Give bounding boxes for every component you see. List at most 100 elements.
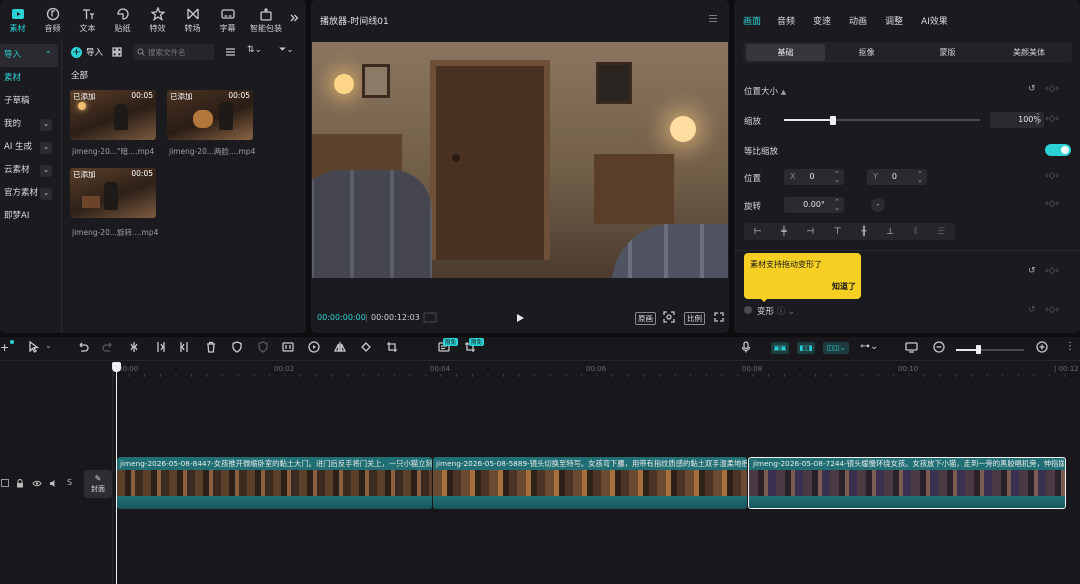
sidebar-item-ai-generate[interactable]: AI 生成 ⌄	[0, 136, 58, 159]
sidebar-item-mine[interactable]: 我的 ⌄	[0, 113, 58, 136]
lock-icon[interactable]	[16, 479, 24, 488]
keyframe-icon[interactable]: ‹◇›	[1045, 114, 1059, 124]
search-input[interactable]: 搜索文件名	[148, 47, 186, 58]
tab-audio[interactable]: 音频	[777, 14, 813, 27]
list-view-icon[interactable]	[225, 47, 236, 57]
fullscreen-icon[interactable]	[714, 312, 724, 322]
subtab-beauty[interactable]: 美颜美体	[989, 44, 1069, 61]
tab-sticker[interactable]: 贴纸	[105, 7, 140, 34]
sort-icon[interactable]: ⇅⌄	[247, 45, 262, 55]
distribute-h-icon[interactable]: ⫴	[914, 227, 918, 237]
tooltip-confirm-button[interactable]: 知道了	[832, 281, 856, 292]
undo-icon[interactable]	[77, 341, 89, 353]
crop-icon[interactable]	[386, 341, 398, 353]
preview-axis-toggle[interactable]: ◫◫⌄	[823, 342, 849, 354]
keyframe-icon[interactable]: ‹◇›	[1045, 199, 1059, 209]
expand-track-icon[interactable]	[1, 479, 9, 487]
tab-text[interactable]: 文本	[70, 7, 105, 34]
stepper-icon[interactable]: ⌃ ⌄	[834, 199, 840, 212]
transform-label[interactable]: 变形 ⓘ ⌄	[757, 305, 795, 317]
sidebar-item-jimeng[interactable]: 即梦AI	[0, 205, 58, 228]
sidebar-item-subdraft[interactable]: 子草稿	[0, 90, 58, 113]
mirror-icon[interactable]	[334, 341, 346, 353]
video-preview[interactable]	[312, 42, 728, 278]
keyframe-icon[interactable]: ‹◇›	[1045, 84, 1059, 94]
playhead-handle[interactable]	[112, 362, 121, 372]
tab-smart-pack[interactable]: 智能包装	[245, 7, 287, 34]
align-bottom-icon[interactable]: ⊥	[886, 227, 894, 237]
zoom-slider-thumb[interactable]	[976, 345, 981, 354]
stepper-icon[interactable]: ⌃ ⌄	[917, 171, 923, 184]
keyframe-icon[interactable]: ‹◇›	[1045, 305, 1059, 315]
ratio-button[interactable]: 比例	[684, 312, 705, 325]
link-toggle[interactable]: ◧◨	[797, 342, 815, 354]
shield-icon[interactable]	[231, 341, 243, 353]
split-icon[interactable]	[128, 341, 140, 353]
tab-caption[interactable]: 字幕	[210, 7, 245, 34]
subtab-cutout[interactable]: 抠像	[827, 44, 906, 61]
screen-preview-icon[interactable]	[905, 341, 918, 353]
screenshot-icon[interactable]	[663, 311, 675, 323]
snap-toggle[interactable]: ▣▣	[771, 342, 789, 354]
tab-media[interactable]: 素材	[0, 7, 35, 34]
tab-animation[interactable]: 动画	[849, 14, 885, 27]
cover-button[interactable]: ✎ 封面	[84, 470, 112, 498]
reset-icon[interactable]: ↺	[1028, 84, 1036, 94]
subtab-basic[interactable]: 基础	[746, 44, 825, 61]
original-quality-button[interactable]: 原画	[635, 312, 656, 325]
align-left-icon[interactable]: ⊢	[754, 227, 762, 237]
microphone-icon[interactable]	[740, 341, 752, 353]
sidebar-item-media[interactable]: 素材	[0, 67, 58, 90]
transform-checkbox[interactable]	[744, 306, 752, 314]
rotate-icon[interactable]	[360, 341, 372, 353]
split-right-icon[interactable]	[179, 341, 191, 353]
media-thumbnail[interactable]: 已添加 00:05	[70, 168, 156, 218]
tab-effects[interactable]: 特效	[140, 7, 175, 34]
redo-icon[interactable]	[102, 341, 114, 353]
align-center-h-icon[interactable]: ╪	[781, 227, 786, 237]
keyframe-icon[interactable]: ‹◇›	[1045, 171, 1059, 181]
align-right-icon[interactable]: ⊣	[806, 227, 814, 237]
grid-view-icon[interactable]	[112, 47, 122, 57]
uniform-scale-toggle[interactable]	[1045, 144, 1071, 156]
stepper-icon[interactable]: ⌃ ⌄	[1035, 113, 1041, 126]
add-track-icon[interactable]: +	[0, 341, 9, 354]
tab-audio[interactable]: 音频	[35, 7, 70, 34]
distribute-v-icon[interactable]: ☰	[937, 227, 945, 237]
zoom-out-icon[interactable]	[933, 341, 945, 353]
tab-adjust[interactable]: 调整	[885, 14, 921, 27]
tab-picture[interactable]: 画面	[743, 14, 777, 27]
shield-disabled-icon[interactable]	[257, 341, 269, 353]
tab-speed[interactable]: 变速	[813, 14, 849, 27]
chevron-down-icon[interactable]: ⌄	[45, 341, 52, 350]
keyframe-icon[interactable]: ‹◇›	[1045, 266, 1059, 276]
reset-icon[interactable]: ↺	[1028, 266, 1036, 276]
sidebar-item-official[interactable]: 官方素材 ⌄	[0, 182, 58, 205]
sidebar-item-import[interactable]: 导入 ⌃	[0, 44, 58, 67]
menu-icon[interactable]	[708, 14, 718, 23]
waveform-toggle-icon[interactable]	[423, 312, 437, 323]
subtab-mask[interactable]: 蒙版	[908, 44, 987, 61]
stepper-icon[interactable]: ⌃ ⌄	[834, 171, 840, 184]
split-left-icon[interactable]	[154, 341, 166, 353]
sidebar-item-cloud[interactable]: 云素材 ⌄	[0, 159, 58, 182]
search-box[interactable]: 搜索文件名	[133, 44, 214, 60]
scale-slider-thumb[interactable]	[830, 116, 836, 125]
media-thumbnail[interactable]: 已添加 00:05	[70, 90, 156, 140]
playhead-line[interactable]	[116, 368, 117, 584]
rotate-dial[interactable]: -	[871, 198, 885, 212]
cursor-select-icon[interactable]	[28, 341, 40, 353]
align-center-v-icon[interactable]: ╫	[861, 227, 866, 237]
speaker-icon[interactable]	[49, 479, 58, 488]
zoom-in-icon[interactable]	[1036, 341, 1048, 353]
freeze-frame-icon[interactable]	[282, 341, 294, 353]
tab-ai-effects[interactable]: AI效果	[921, 14, 948, 27]
delete-icon[interactable]	[205, 341, 217, 353]
tab-transition[interactable]: 转场	[175, 7, 210, 34]
media-thumbnail[interactable]: 已添加 00:05	[167, 90, 253, 140]
section-position-size[interactable]: 位置大小 ▲	[744, 85, 786, 97]
filter-icon[interactable]: ⏷⌄	[279, 45, 294, 55]
reverse-play-icon[interactable]	[308, 341, 320, 353]
eye-icon[interactable]	[32, 480, 42, 487]
chevron-double-right-icon[interactable]	[289, 13, 299, 23]
